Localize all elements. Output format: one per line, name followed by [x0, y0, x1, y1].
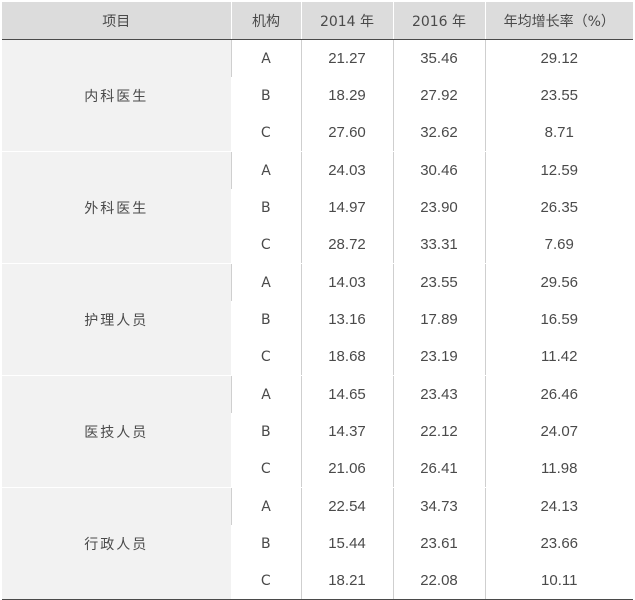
item-cell: 外科医生	[2, 151, 231, 264]
org-cell: A	[230, 263, 301, 301]
value-2016-cell: 23.61	[392, 525, 485, 562]
growth-cell: 16.59	[484, 301, 633, 338]
org-cell: A	[230, 151, 301, 189]
org-cell: A	[230, 487, 301, 525]
item-cell: 护理人员	[2, 263, 231, 376]
org-cell: B	[260, 199, 271, 216]
value-2016-cell: 30.46	[392, 151, 485, 189]
table-row: 行政人员 A 22.54 34.73 24.13	[2, 487, 633, 600]
org-cell: B	[260, 87, 271, 104]
growth-cell: 23.55	[484, 77, 633, 114]
growth-cell: 10.11	[484, 562, 633, 600]
value-2016-cell: 33.31	[392, 226, 485, 264]
org-cell: C	[231, 450, 301, 488]
value-2014-cell: 14.37	[300, 413, 393, 450]
org-cell: A	[230, 39, 301, 77]
value-2014-cell: 18.68	[300, 338, 393, 376]
value-2016-cell: 23.19	[392, 338, 485, 376]
header-item: 项目	[2, 2, 231, 40]
value-2016-cell: 23.43	[392, 375, 485, 413]
table-row: 护理人员 A 14.03 23.55 29.56	[2, 263, 633, 376]
value-2016-cell: 35.46	[392, 39, 485, 77]
value-2016-cell: 22.12	[392, 413, 485, 450]
table-row: 内科医生 A 21.27 35.46 29.12	[2, 39, 633, 152]
header-2016: 2016 年	[392, 2, 485, 40]
growth-cell: 7.69	[484, 226, 633, 264]
value-2014-cell: 13.16	[300, 301, 393, 338]
item-cell: 医技人员	[2, 375, 231, 488]
header-2014: 2014 年	[300, 2, 393, 40]
growth-cell: 8.71	[484, 114, 633, 152]
value-2014-cell: 27.60	[300, 114, 393, 152]
value-2016-cell: 22.08	[392, 562, 485, 600]
header-row: 项目 机构 2014 年 2016 年 年均增长率（%）	[2, 2, 633, 40]
value-2014-cell: 18.21	[300, 562, 393, 600]
data-table: 项目 机构 2014 年 2016 年 年均增长率（%） 内科医生 A 21.27 3…	[2, 2, 633, 600]
growth-cell: 24.07	[484, 413, 633, 450]
value-2014-cell: 22.54	[300, 487, 393, 525]
value-2014-cell: 21.06	[300, 450, 393, 488]
value-2016-cell: 17.89	[392, 301, 485, 338]
value-2014-cell: 15.44	[300, 525, 393, 562]
growth-cell: 11.98	[484, 450, 633, 488]
org-cell: A	[230, 375, 301, 413]
page: 项目 机构 2014 年 2016 年 年均增长率（%） 内科医生 A 21.27 3…	[0, 0, 635, 600]
value-2014-cell: 18.29	[300, 77, 393, 114]
org-cell: C	[231, 114, 301, 152]
org-cell: C	[231, 226, 301, 264]
item-cell: 行政人员	[2, 487, 231, 600]
growth-cell: 11.42	[484, 338, 633, 376]
growth-cell: 24.13	[484, 487, 633, 525]
header-org: 机构	[230, 2, 301, 40]
growth-cell: 26.46	[484, 375, 633, 413]
value-2016-cell: 27.92	[392, 77, 485, 114]
org-cell: C	[231, 338, 301, 376]
table-row: 医技人员 A 14.65 23.43 26.46	[2, 375, 633, 488]
org-cell: B	[260, 311, 271, 328]
header-growth: 年均增长率（%）	[484, 2, 633, 40]
growth-cell: 29.56	[484, 263, 633, 301]
growth-cell: 29.12	[484, 39, 633, 77]
item-cell: 内科医生	[2, 39, 231, 152]
growth-cell: 23.66	[484, 525, 633, 562]
growth-cell: 26.35	[484, 189, 633, 226]
value-2014-cell: 21.27	[300, 39, 393, 77]
value-2014-cell: 28.72	[300, 226, 393, 264]
value-2014-cell: 24.03	[300, 151, 393, 189]
value-2016-cell: 26.41	[392, 450, 485, 488]
value-2016-cell: 32.62	[392, 114, 485, 152]
table-body: 内科医生 A 21.27 35.46 29.12 B 18.29 27.92 23.55 C 27.…	[2, 39, 633, 600]
value-2016-cell: 23.90	[392, 189, 485, 226]
org-cell: B	[260, 423, 271, 440]
value-2014-cell: 14.97	[300, 189, 393, 226]
value-2016-cell: 23.55	[392, 263, 485, 301]
table-row: 外科医生 A 24.03 30.46 12.59	[2, 151, 633, 264]
value-2016-cell: 34.73	[392, 487, 485, 525]
growth-cell: 12.59	[484, 151, 633, 189]
value-2014-cell: 14.03	[300, 263, 393, 301]
value-2014-cell: 14.65	[300, 375, 393, 413]
org-cell: B	[260, 535, 271, 552]
org-cell: C	[231, 562, 301, 600]
